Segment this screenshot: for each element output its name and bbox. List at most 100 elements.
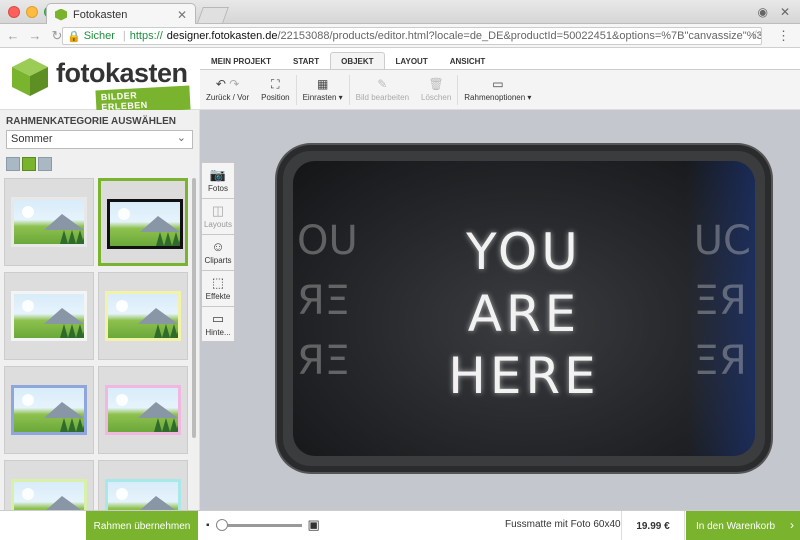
frame-thumbnail[interactable]	[4, 366, 94, 454]
sidebar-scrollbar[interactable]	[192, 178, 196, 438]
tree-shape	[68, 324, 76, 338]
editor-tabs: MEIN PROJEKT START OBJEKT LAYOUT ANSICHT	[200, 52, 496, 69]
position-button[interactable]: ⛶ Position	[255, 72, 295, 108]
tab-mein-projekt[interactable]: MEIN PROJEKT	[200, 52, 282, 69]
close-window-icon[interactable]	[8, 6, 20, 18]
landscape-preview-image	[105, 479, 181, 510]
window-close-icon[interactable]: ✕	[780, 5, 790, 19]
pencil-icon: ✎	[377, 76, 388, 91]
price: 19.99 €	[621, 511, 685, 540]
frame-thumbnail[interactable]	[4, 460, 94, 510]
url-input[interactable]: 🔒 Sicher | https://designer.fotokasten.d…	[62, 27, 762, 45]
tree-shape	[176, 324, 178, 338]
neon-text: YOU ARE HERE	[293, 221, 755, 407]
frame-thumbnail[interactable]	[98, 460, 188, 510]
zoom-control: ▪ ▣	[206, 517, 320, 533]
browser-tab[interactable]: Fotokasten ✕	[46, 3, 196, 25]
photos-tool-button[interactable]: 📷 Fotos	[201, 162, 235, 198]
view-toggles	[6, 157, 52, 171]
logo-wordmark: fotokasten	[56, 58, 188, 88]
tree-shape	[60, 418, 68, 432]
photos-tool-label: Fotos	[207, 184, 228, 193]
frame-rect-icon: ▭	[492, 76, 504, 91]
delete-button[interactable]: 🗑 Löschen	[415, 72, 457, 108]
url-separator: |	[122, 30, 126, 42]
smiley-icon: ☺	[211, 239, 225, 254]
apply-frame-button[interactable]: Rahmen übernehmen	[86, 511, 198, 540]
effects-tool-button[interactable]: ⬚ Effekte	[201, 270, 235, 306]
background-icon: ▭	[211, 310, 225, 326]
close-tab-icon[interactable]: ✕	[177, 8, 187, 22]
tree-shape	[82, 230, 84, 244]
frame-thumbnail[interactable]	[98, 366, 188, 454]
tab-start[interactable]: START	[282, 52, 330, 69]
frame-thumbnail[interactable]	[98, 178, 188, 266]
large-view-icon[interactable]	[6, 157, 20, 171]
url-scheme: https://	[129, 30, 163, 42]
back-arrow-icon[interactable]: ←	[4, 28, 22, 43]
frame-options-button[interactable]: ▭ Rahmenoptionen ▾	[458, 72, 537, 108]
tab-ansicht[interactable]: ANSICHT	[439, 52, 497, 69]
frame-thumbnail[interactable]	[4, 178, 94, 266]
neon-line: ARE	[467, 285, 581, 343]
landscape-preview-image	[11, 197, 87, 247]
secure-label: Sicher	[83, 30, 115, 42]
object-toolbar: ↶ ↷ Zurück / Vor ⛶ Position ▦ Einrasten …	[200, 69, 800, 109]
tab-objekt[interactable]: OBJEKT	[330, 52, 385, 69]
minimize-window-icon[interactable]	[26, 6, 38, 18]
camera-icon: 📷	[209, 167, 227, 182]
tree-shape	[68, 418, 76, 432]
profile-icon[interactable]: ◉	[757, 5, 767, 19]
zoom-in-image-icon[interactable]: ▣	[308, 517, 320, 533]
tree-shape	[162, 324, 170, 338]
product-name: Fussmatte mit Foto 60x40	[505, 519, 621, 530]
tree-shape	[60, 324, 68, 338]
frame-thumbnail[interactable]	[98, 272, 188, 360]
zoom-slider-handle[interactable]	[215, 518, 228, 531]
browser-titlebar: Fotokasten ✕ ◉ ✕	[0, 0, 800, 25]
neon-line: YOU	[466, 223, 582, 281]
bookmark-star-icon[interactable]: ☆	[750, 27, 762, 43]
undo-redo-button[interactable]: ↶ ↷ Zurück / Vor	[200, 72, 255, 108]
layouts-icon: ◫	[211, 203, 225, 218]
tree-shape	[82, 324, 84, 338]
tree-shape	[82, 418, 84, 432]
background-tool-button[interactable]: ▭ Hinte...	[201, 306, 235, 342]
landscape-preview-image	[11, 479, 87, 510]
fit-dropdown-button[interactable]: ▦ Einrasten ▾	[297, 72, 349, 108]
small-grid-icon[interactable]	[38, 157, 52, 171]
layouts-tool-button[interactable]: ◫ Layouts	[201, 198, 235, 234]
frame-sidebar: RAHMENKATEGORIE AUSWÄHLEN Sommer ⌄	[0, 110, 200, 510]
neon-photo[interactable]: OU ЯΞ ЯΞ UC ΞЯ ΞЯ YOU ARE HERE	[293, 161, 755, 456]
forward-arrow-icon[interactable]: →	[26, 28, 44, 43]
grid-icon: ▦	[316, 76, 329, 91]
doormat-preview[interactable]: OU ЯΞ ЯΞ UC ΞЯ ΞЯ YOU ARE HERE	[277, 145, 771, 472]
landscape-preview-image	[11, 385, 87, 435]
fotokasten-logo[interactable]: fotokasten BILDER ERLEBEN	[10, 54, 191, 115]
landscape-preview-image	[107, 199, 183, 249]
bottom-bar: Rahmen übernehmen ▪ ▣ Fussmatte mit Foto…	[0, 510, 800, 540]
sidebar-title: RAHMENKATEGORIE AUSWÄHLEN	[6, 116, 176, 127]
effects-tool-label: Effekte	[205, 292, 231, 301]
edit-image-label: Bild bearbeiten	[355, 92, 410, 102]
add-to-cart-button[interactable]: In den Warenkorb ›	[686, 511, 800, 540]
zoom-slider[interactable]	[215, 518, 302, 531]
frame-thumbnail[interactable]	[4, 272, 94, 360]
new-tab-button[interactable]	[197, 7, 229, 23]
lock-icon: 🔒	[67, 30, 81, 43]
cliparts-tool-label: Cliparts	[204, 256, 232, 265]
tree-shape	[154, 418, 162, 432]
tree-shape	[164, 232, 172, 246]
tab-layout[interactable]: LAYOUT	[385, 52, 439, 69]
landscape-preview-image	[105, 291, 181, 341]
undo-redo-label: Zurück / Vor	[206, 92, 250, 102]
category-select[interactable]: Sommer ⌄	[6, 130, 193, 149]
zoom-out-image-icon[interactable]: ▪	[206, 520, 210, 531]
tree-shape	[176, 418, 178, 432]
browser-menu-icon[interactable]: ⋮	[777, 28, 790, 44]
undo-redo-icon: ↶ ↷	[215, 76, 240, 91]
category-select-value: Sommer	[11, 133, 53, 145]
cliparts-tool-button[interactable]: ☺ Cliparts	[201, 234, 235, 270]
edit-image-button[interactable]: ✎ Bild bearbeiten	[350, 72, 415, 108]
medium-grid-icon[interactable]	[22, 157, 36, 171]
